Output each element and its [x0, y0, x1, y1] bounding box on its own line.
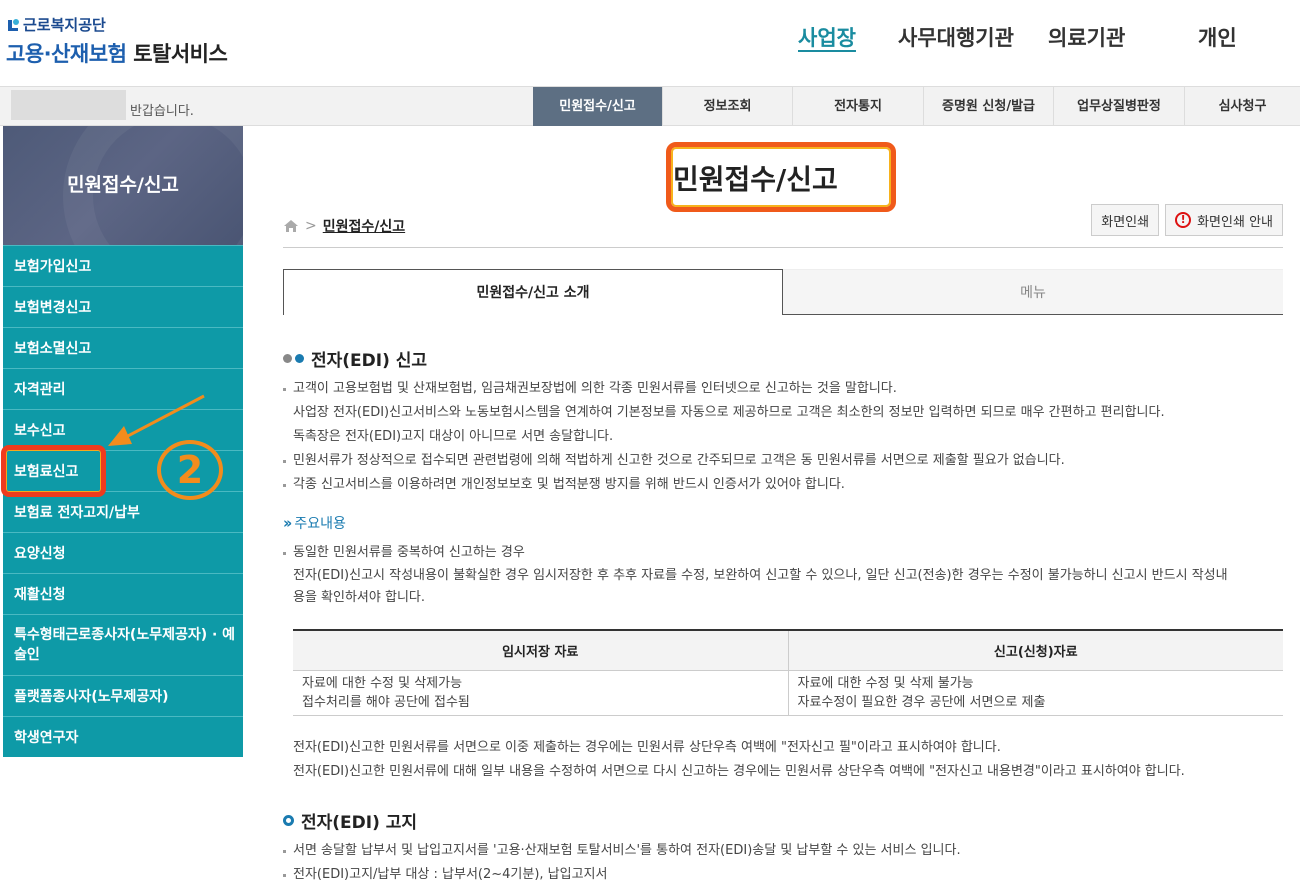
top-nav-medical[interactable]: 의료기관 [1048, 22, 1125, 52]
subtab-appeal[interactable]: 심사청구 [1185, 87, 1300, 126]
bullet-ring-icon [283, 815, 294, 826]
page: 근로복지공단 고용·산재보험 토탈서비스 사업장 사무대행기관 의료기관 개인 … [0, 0, 1300, 886]
highlight-box-sidebar [1, 445, 106, 497]
step-number-badge: 2 [157, 440, 223, 500]
sidebar-item-student[interactable]: 학생연구자 [3, 716, 243, 757]
edi-line: 고객이 고용보험법 및 산재보험법, 임금채권보장법에 의한 각종 민원서류를 … [283, 377, 1283, 401]
sidebar-item-change[interactable]: 보험변경신고 [3, 286, 243, 327]
subtab-disease[interactable]: 업무상질병판정 [1054, 87, 1185, 126]
table-cell-line: 접수처리를 해야 공단에 접수됨 [302, 694, 470, 710]
after-table-notes: 전자(EDI)신고한 민원서류를 서면으로 이중 제출하는 경우에는 민원서류 … [283, 736, 1283, 784]
table-header: 신고(신청)자료 [787, 629, 1283, 671]
subtab-petition[interactable]: 민원접수/신고 [533, 87, 663, 126]
subtab-info[interactable]: 정보조회 [663, 87, 793, 126]
edi-notice-section: 전자(EDI) 고지 서면 송달할 납부서 및 납입고지서를 '고용·산재보험 … [283, 808, 1283, 886]
content-tabs: 민원접수/신고 소개 메뉴 [283, 269, 1283, 315]
edi-line: 각종 신고서비스를 이용하려면 개인정보보호 및 법적분쟁 방지를 위해 반드시… [283, 473, 1283, 497]
main-content-section: ›› 주요내용 동일한 민원서류를 중복하여 신고하는 경우 전자(EDI)신고… [283, 513, 1283, 609]
breadcrumb: > 민원접수/신고 [283, 216, 405, 236]
table-cell: 자료에 대한 수정 및 삭제 불가능 자료수정이 필요한 경우 공단에 서면으로… [787, 670, 1283, 716]
sidebar-decoration [63, 126, 243, 245]
top-nav: 사업장 사무대행기관 의료기관 개인 [0, 22, 1300, 54]
greeting-text: 반갑습니다. [130, 103, 194, 119]
subtab-e-notice[interactable]: 전자통지 [793, 87, 924, 126]
breadcrumb-current[interactable]: 민원접수/신고 [323, 216, 405, 236]
table-cell-line: 자료에 대한 수정 및 삭제 불가능 [797, 675, 974, 691]
edi-notice-heading-text: 전자(EDI) 고지 [301, 813, 418, 833]
edi-section: 전자(EDI) 신고 고객이 고용보험법 및 산재보험법, 임금채권보장법에 의… [283, 346, 1283, 497]
tab-menu[interactable]: 메뉴 [783, 269, 1283, 315]
sub-tabs: 민원접수/신고 정보조회 전자통지 증명원 신청/발급 업무상질병판정 심사청구 [533, 87, 1300, 126]
table-cell: 자료에 대한 수정 및 삭제가능 접수처리를 해야 공단에 접수됨 [293, 670, 788, 716]
divider [283, 247, 1283, 248]
note-line: 전자(EDI)신고한 민원서류를 서면으로 이중 제출하는 경우에는 민원서류 … [293, 740, 1001, 755]
edi-line: 사업장 전자(EDI)신고서비스와 노동보험시스템을 연계하여 기본정보를 자동… [293, 405, 1165, 420]
double-chevron-icon: ›› [283, 514, 293, 532]
top-nav-business[interactable]: 사업장 [798, 22, 856, 52]
comparison-table: 임시저장 자료 신고(신청)자료 자료에 대한 수정 및 삭제가능 접수처리를 … [293, 629, 1283, 716]
print-button-label: 화면인쇄 [1101, 214, 1150, 230]
sidebar-item-join[interactable]: 보험가입신고 [3, 245, 243, 286]
greeting: 반갑습니다. [5, 90, 194, 120]
edi-notice-heading: 전자(EDI) 고지 [283, 808, 1283, 833]
note-line: 전자(EDI)신고한 민원서류에 대해 일부 내용을 수정하여 서면으로 다시 … [293, 764, 1185, 779]
table-header: 임시저장 자료 [293, 629, 788, 671]
edi-notice-line: 서면 송달할 납부서 및 납입고지서를 '고용·산재보험 토탈서비스'를 통하여… [283, 839, 1283, 863]
sidebar-item-platform[interactable]: 플랫폼종사자(노무제공자) [3, 675, 243, 716]
main-content-heading: ›› 주요내용 [283, 513, 1283, 533]
print-guide-button[interactable]: ! 화면인쇄 안내 [1165, 204, 1283, 236]
page-title: 민원접수/신고 [673, 163, 838, 196]
table-cell-line: 자료에 대한 수정 및 삭제가능 [302, 675, 463, 691]
edi-line: 독촉장은 전자(EDI)고지 대상이 아니므로 서면 송달합니다. [293, 429, 614, 444]
main-content-line: 동일한 민원서류를 중복하여 신고하는 경우 [283, 541, 1283, 565]
edi-line: 민원서류가 정상적으로 접수되면 관련법령에 의해 적법하게 신고한 것으로 간… [283, 449, 1283, 473]
edi-notice-line: 전자(EDI)고지/납부 대상 : 납부서(2~4기분), 납입고지서 [283, 863, 1283, 886]
breadcrumb-separator-icon: > [305, 218, 317, 234]
alert-icon: ! [1175, 212, 1192, 228]
masked-user-name [11, 90, 126, 120]
sidebar-item-extinction[interactable]: 보험소멸신고 [3, 327, 243, 368]
table-row: 자료에 대한 수정 및 삭제가능 접수처리를 해야 공단에 접수됨 자료에 대한… [293, 670, 1283, 716]
table-header-row: 임시저장 자료 신고(신청)자료 [293, 629, 1283, 671]
print-guide-label: 화면인쇄 안내 [1197, 214, 1273, 230]
subtab-certificate[interactable]: 증명원 신청/발급 [924, 87, 1054, 126]
print-buttons: 화면인쇄 ! 화면인쇄 안내 [1091, 204, 1283, 236]
header: 근로복지공단 고용·산재보험 토탈서비스 사업장 사무대행기관 의료기관 개인 [0, 0, 1300, 86]
tab-intro[interactable]: 민원접수/신고 소개 [283, 269, 783, 315]
top-nav-personal[interactable]: 개인 [1198, 22, 1237, 52]
main-content-line: 용을 확인하셔야 합니다. [293, 590, 425, 605]
edi-heading: 전자(EDI) 신고 [283, 346, 1283, 371]
edi-heading-text: 전자(EDI) 신고 [311, 351, 428, 371]
table-cell-line: 자료수정이 필요한 경우 공단에 서면으로 제출 [797, 694, 1046, 710]
bullet-dots-icon [283, 354, 304, 363]
sidebar-item-rehab[interactable]: 재활신청 [3, 573, 243, 614]
sidebar-title: 민원접수/신고 [3, 126, 243, 245]
sidebar-item-special-workers[interactable]: 특수형태근로종사자(노무제공자) · 예술인 [3, 614, 243, 675]
main-content-heading-text: 주요내용 [294, 516, 346, 532]
home-icon[interactable] [283, 219, 299, 233]
main-content-line: 전자(EDI)신고시 작성내용이 불확실한 경우 임시저장한 후 추후 자료를 … [293, 568, 1228, 583]
print-button[interactable]: 화면인쇄 [1091, 204, 1160, 236]
sidebar-item-care[interactable]: 요양신청 [3, 532, 243, 573]
sub-bar: 반갑습니다. 민원접수/신고 정보조회 전자통지 증명원 신청/발급 업무상질병… [0, 86, 1300, 126]
sidebar-item-e-billing[interactable]: 보험료 전자고지/납부 [3, 491, 243, 532]
top-nav-agency[interactable]: 사무대행기관 [898, 22, 1014, 52]
